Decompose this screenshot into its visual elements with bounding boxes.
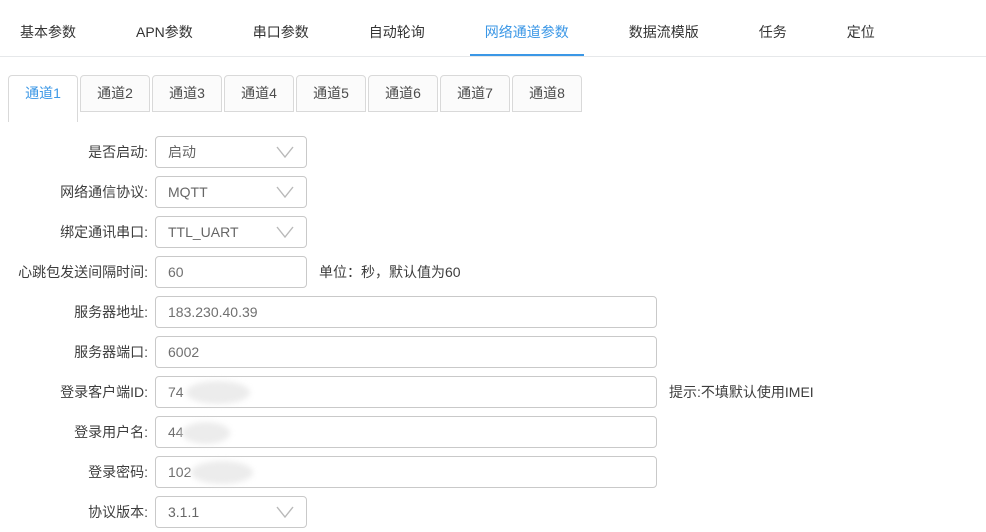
server-port-label: 服务器端口:: [74, 344, 148, 360]
client-id-field: [155, 376, 657, 408]
server-port-field: [155, 336, 657, 368]
form-row: 登录密码:: [0, 456, 986, 488]
protocol-version-select[interactable]: 3.1.1: [155, 496, 307, 528]
server-port-input[interactable]: [156, 337, 656, 367]
tab-apn-params[interactable]: APN参数: [121, 11, 208, 56]
enable-label: 是否启动:: [88, 144, 148, 160]
channel-tab-6[interactable]: 通道6: [368, 75, 438, 112]
top-nav: 基本参数 APN参数 串口参数 自动轮询 网络通道参数 数据流模版 任务 定位: [0, 0, 986, 57]
protocol-label: 网络通信协议:: [60, 184, 148, 200]
tab-basic-params[interactable]: 基本参数: [5, 11, 91, 56]
tab-auto-polling[interactable]: 自动轮询: [354, 11, 440, 56]
serial-port-label: 绑定通讯串口:: [60, 224, 148, 240]
protocol-select-value: MQTT: [168, 184, 208, 200]
username-input[interactable]: [156, 417, 656, 447]
protocol-select[interactable]: MQTT: [155, 176, 307, 208]
client-id-hint: 提示:不填默认使用IMEI: [669, 384, 814, 400]
tab-serial-params[interactable]: 串口参数: [238, 11, 324, 56]
username-label: 登录用户名:: [74, 424, 148, 440]
form-row: 登录客户端ID: 提示:不填默认使用IMEI: [0, 376, 986, 408]
heartbeat-interval-field: [155, 256, 307, 288]
username-field: [155, 416, 657, 448]
tab-data-stream-template[interactable]: 数据流模版: [614, 11, 714, 56]
password-input[interactable]: [156, 457, 656, 487]
protocol-version-label: 协议版本:: [88, 504, 148, 520]
server-address-field: [155, 296, 657, 328]
channel-tabs: 通道1 通道2 通道3 通道4 通道5 通道6 通道7 通道8: [8, 75, 986, 122]
channel-tab-2[interactable]: 通道2: [80, 75, 150, 112]
channel-tab-8[interactable]: 通道8: [512, 75, 582, 112]
client-id-input[interactable]: [156, 377, 656, 407]
form-row: 服务器端口:: [0, 336, 986, 368]
server-address-input[interactable]: [156, 297, 656, 327]
client-id-label: 登录客户端ID:: [60, 384, 148, 400]
server-address-label: 服务器地址:: [74, 304, 148, 320]
form-row: 协议版本: 3.1.1: [0, 496, 986, 528]
channel-tab-5[interactable]: 通道5: [296, 75, 366, 112]
serial-port-select-value: TTL_UART: [168, 224, 239, 240]
heartbeat-interval-hint: 单位：秒，默认值为60: [319, 264, 461, 280]
enable-select-value: 启动: [168, 144, 196, 160]
form-row: 网络通信协议: MQTT: [0, 176, 986, 208]
chevron-down-icon: [272, 221, 298, 243]
form-row: 登录用户名:: [0, 416, 986, 448]
tab-network-channel-params[interactable]: 网络通道参数: [469, 11, 584, 56]
chevron-down-icon: [272, 501, 298, 523]
enable-select[interactable]: 启动: [155, 136, 307, 168]
form-row: 服务器地址:: [0, 296, 986, 328]
form-row: 心跳包发送间隔时间: 单位：秒，默认值为60: [0, 256, 986, 288]
chevron-down-icon: [272, 181, 298, 203]
password-label: 登录密码:: [88, 464, 148, 480]
chevron-down-icon: [272, 141, 298, 163]
form-row: 绑定通讯串口: TTL_UART: [0, 216, 986, 248]
channel-settings-form: 是否启动: 启动 网络通信协议: MQTT 绑定通讯串口: TTL_UART 心…: [0, 136, 986, 528]
tab-positioning[interactable]: 定位: [832, 11, 890, 56]
heartbeat-interval-label: 心跳包发送间隔时间:: [18, 264, 148, 280]
channel-tab-4[interactable]: 通道4: [224, 75, 294, 112]
tab-tasks[interactable]: 任务: [744, 11, 802, 56]
protocol-version-select-value: 3.1.1: [168, 504, 200, 520]
form-row: 是否启动: 启动: [0, 136, 986, 168]
channel-tab-3[interactable]: 通道3: [152, 75, 222, 112]
channel-tab-7[interactable]: 通道7: [440, 75, 510, 112]
heartbeat-interval-input[interactable]: [156, 257, 306, 287]
channel-tab-1[interactable]: 通道1: [8, 75, 78, 122]
serial-port-select[interactable]: TTL_UART: [155, 216, 307, 248]
password-field: [155, 456, 657, 488]
